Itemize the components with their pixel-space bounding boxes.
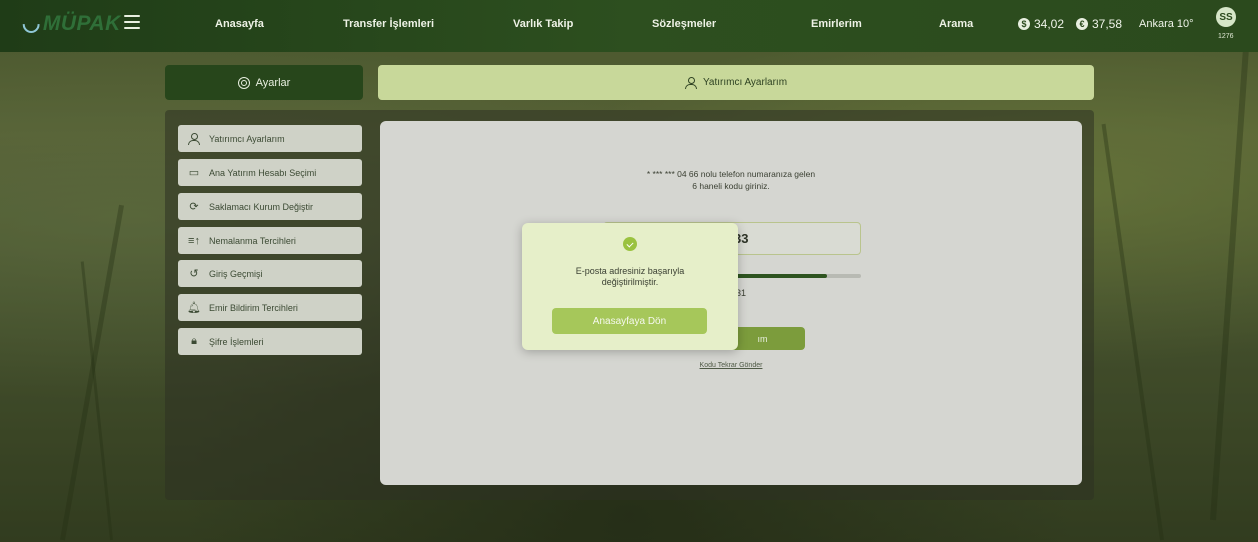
account-icon: ▭ (188, 167, 200, 179)
refresh-icon: ⟳ (189, 201, 199, 213)
history-icon: ↺ (189, 268, 199, 280)
check-icon (623, 237, 637, 251)
sidebar-item-yatirimci-ayarlarim[interactable]: Yatırımcı Ayarlarım (178, 125, 362, 152)
euro-icon: € (1076, 18, 1088, 30)
dollar-icon: $ (1018, 18, 1030, 30)
user-icon (684, 76, 697, 89)
nav-anasayfa[interactable]: Anasayfa (215, 18, 264, 30)
logo[interactable]: ◡MÜPAK (22, 11, 121, 36)
user-icon (188, 132, 200, 145)
sidebar-item-emir-bildirim[interactable]: 🔔︎ Emir Bildirim Tercihleri (178, 294, 362, 321)
gear-icon (237, 76, 250, 89)
nav-emirlerim[interactable]: Emirlerim (811, 18, 862, 30)
nav-varlik-takip[interactable]: Varlık Takip (513, 18, 573, 30)
usd-rate: $ 34,02 (1018, 17, 1064, 31)
sort-icon: ≡↑ (188, 234, 200, 247)
eur-rate: € 37,58 (1076, 17, 1122, 31)
resend-code-link[interactable]: Kodu Tekrar Gönder (380, 362, 1082, 369)
section-header: Yatırımcı Ayarlarım (378, 65, 1094, 100)
sidebar-item-nemalanma[interactable]: ≡↑ Nemalanma Tercihleri (178, 227, 362, 254)
success-message: E-posta adresiniz başarıyla değiştirilmi… (575, 266, 685, 287)
settings-header[interactable]: Ayarlar (165, 65, 363, 100)
verification-instructions: * *** *** 04 66 nolu telefon numaranıza … (646, 169, 816, 191)
nav-transfer[interactable]: Transfer İşlemleri (343, 18, 434, 30)
avatar[interactable]: SS (1216, 7, 1236, 27)
sidebar-item-ana-yatirim-hesabi[interactable]: ▭ Ana Yatırım Hesabı Seçimi (178, 159, 362, 186)
sidebar-item-saklamaci-kurum[interactable]: ⟳ Saklamacı Kurum Değiştir (178, 193, 362, 220)
avatar-code: 1276 (1218, 33, 1234, 40)
nav-sozlesmeler[interactable]: Sözleşmeler (652, 18, 716, 30)
menu-icon[interactable] (124, 15, 140, 29)
lock-icon: 🔒︎ (191, 335, 197, 347)
bell-icon: 🔔︎ (187, 302, 201, 314)
sidebar-item-giris-gecmisi[interactable]: ↺ Giriş Geçmişi (178, 260, 362, 287)
weather: Ankara 10° (1139, 18, 1194, 30)
top-nav: ◡MÜPAK Anasayfa Transfer İşlemleri Varlı… (0, 0, 1258, 52)
back-to-home-button[interactable]: Anasayfaya Dön (552, 308, 707, 334)
sidebar-item-sifre-islemleri[interactable]: 🔒︎ Şifre İşlemleri (178, 328, 362, 355)
nav-arama[interactable]: Arama (939, 18, 973, 30)
